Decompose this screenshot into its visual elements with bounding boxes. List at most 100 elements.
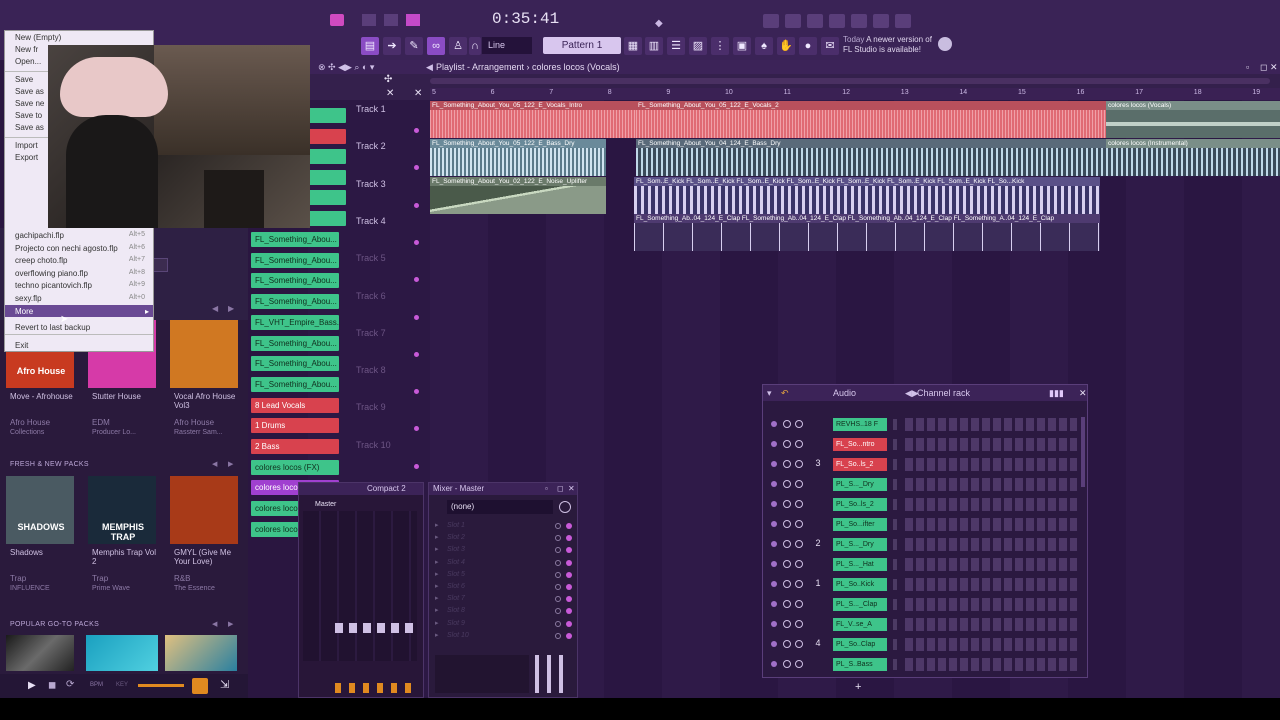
pencil-icon[interactable]: ✎ — [405, 37, 423, 55]
stop-button[interactable] — [384, 14, 398, 26]
recent-project-item[interactable]: techno picantovich.flp — [15, 281, 92, 290]
channel-button-partial[interactable] — [306, 149, 346, 165]
mixer-maximize-icon[interactable]: ◻ — [557, 483, 564, 495]
channel-name-button[interactable]: PL_S..._Hat — [833, 558, 887, 571]
channel-button[interactable]: 1 Drums — [251, 418, 339, 434]
browser-icon[interactable]: ▣ — [733, 37, 751, 55]
update-notice[interactable]: Today A newer version of FL Studio is av… — [843, 35, 953, 55]
effect-slot[interactable]: ▸ Slot 9 — [433, 619, 575, 630]
step-sequencer-row[interactable] — [905, 498, 1077, 511]
pan-knob[interactable] — [783, 660, 791, 668]
pan-knob[interactable] — [783, 480, 791, 488]
channel-button[interactable]: 8 Lead Vocals — [251, 397, 339, 413]
channel-mute-led[interactable] — [771, 661, 777, 667]
channel-button[interactable]: FL_Something_Abou... — [251, 273, 339, 289]
tutorial-icon[interactable]: ✉ — [821, 37, 839, 55]
drag-icon[interactable]: ⇲ — [220, 678, 229, 691]
pan-knob[interactable] — [783, 640, 791, 648]
play-button[interactable] — [362, 14, 376, 26]
eq-display[interactable] — [435, 655, 529, 693]
volume-knob[interactable] — [795, 640, 803, 648]
channel-mute-led[interactable] — [771, 461, 777, 467]
step-sequencer-row[interactable] — [905, 658, 1077, 671]
metronome-icon[interactable]: ◆ — [655, 18, 669, 30]
volume-knob[interactable] — [795, 500, 803, 508]
pack-artwork[interactable] — [165, 635, 237, 671]
channel-button[interactable]: FL_VHT_Empire_Bass... — [251, 314, 339, 330]
pan-knob[interactable] — [783, 460, 791, 468]
touch-keyboard-icon[interactable]: ✋ — [777, 37, 795, 55]
channel-button[interactable]: colores locos (FX) — [251, 459, 339, 475]
window-tools-icons[interactable]: ⊗ ✣ ◀▶ ⌕ ◐ ▾ — [318, 60, 374, 74]
slot-enable-led[interactable] — [566, 608, 572, 615]
pan-knob[interactable] — [783, 500, 791, 508]
channel-name-button[interactable]: PL_S..._Dry — [833, 478, 887, 491]
step-sequencer-row[interactable] — [905, 558, 1077, 571]
slot-mix-knob[interactable] — [555, 523, 561, 529]
channel-name-button[interactable]: PL_S..._Clap — [833, 598, 887, 611]
audio-clip[interactable]: FL_Something_About_You_05_122_E_Vocals_I… — [430, 101, 636, 138]
track-mute-led[interactable] — [414, 165, 419, 171]
preset-clock-icon[interactable] — [559, 501, 571, 513]
channel-name-button[interactable]: PL_So..Clap — [833, 638, 887, 651]
pan-knob[interactable] — [783, 560, 791, 568]
timeline-ruler[interactable]: 5 6 7 8 9 10 11 12 13 14 15 16 17 18 19 — [430, 88, 1280, 100]
mixer-track-number[interactable]: 1 — [811, 578, 825, 588]
channel-button[interactable]: 2 Bass — [251, 439, 339, 454]
channel-button[interactable]: FL_Something_Abou... — [251, 232, 339, 247]
track-label[interactable]: Track 10 — [356, 440, 422, 450]
stamp-icon[interactable]: ♙ — [449, 37, 467, 55]
audio-clip[interactable]: FL_Something_About_You_04_124_E_Bass_Dry — [636, 139, 1106, 176]
recent-project-item[interactable]: creep choto.flp — [15, 256, 67, 265]
slot-enable-led[interactable] — [566, 535, 572, 542]
more-menu-item[interactable]: More — [15, 307, 33, 316]
effect-slot[interactable]: ▸ Slot 6 — [433, 582, 575, 593]
volume-knob[interactable] — [795, 520, 803, 528]
effect-slot[interactable]: ▸ Slot 5 — [433, 570, 575, 581]
pack-name[interactable]: Shadows — [10, 548, 80, 557]
step-sequencer-row[interactable] — [905, 618, 1077, 631]
render-icon[interactable] — [829, 14, 845, 28]
step-sequencer-row[interactable] — [905, 458, 1077, 471]
mixer-track-number[interactable]: 4 — [811, 638, 825, 648]
channel-select-indicator[interactable] — [893, 559, 897, 570]
channel-select-indicator[interactable] — [893, 419, 897, 430]
track-label[interactable]: Track 3 — [356, 179, 422, 189]
recent-project-item[interactable]: overflowing piano.flp — [15, 269, 88, 278]
pack-artwork[interactable] — [170, 476, 238, 544]
track-mute-led[interactable] — [414, 314, 419, 320]
slot-enable-led[interactable] — [566, 620, 572, 627]
slot-enable-led[interactable] — [566, 547, 572, 554]
channel-select-indicator[interactable] — [893, 639, 897, 650]
channel-select-indicator[interactable] — [893, 579, 897, 590]
pack-artwork[interactable]: SHADOWS — [6, 476, 74, 544]
channel-name-button[interactable]: FL_So...ntro — [833, 438, 887, 451]
step-sequencer-row[interactable] — [905, 578, 1077, 591]
channel-mute-led[interactable] — [771, 541, 777, 547]
track-mute-led[interactable] — [414, 239, 419, 245]
audio-clip[interactable]: FL_Something_About_You_02_122_E_Noise_Up… — [430, 177, 606, 214]
slot-enable-led[interactable] — [566, 559, 572, 566]
volume-slider[interactable] — [138, 684, 184, 687]
track-mute-led[interactable] — [414, 426, 419, 432]
channel-mute-led[interactable] — [771, 441, 777, 447]
plugin-picker-icon[interactable]: ♠ — [755, 37, 773, 55]
audio-clip[interactable]: FL_Something_Ab..04_124_E_Clap FL_Someth… — [634, 214, 1100, 251]
slot-mix-knob[interactable] — [555, 596, 561, 603]
channel-button-partial[interactable] — [306, 108, 346, 123]
link-icon[interactable]: ∞ — [427, 37, 445, 55]
channel-select-indicator[interactable] — [893, 599, 897, 610]
channel-rack-icon[interactable]: ▨ — [689, 37, 707, 55]
file-menu-item[interactable]: Open... — [15, 57, 41, 66]
track-label[interactable]: Track 6 — [356, 291, 422, 301]
pack-name[interactable]: Move - Afrohouse — [10, 392, 80, 401]
piano-roll-icon[interactable]: ▥ — [645, 37, 663, 55]
channel-select-indicator[interactable] — [893, 459, 897, 470]
revert-backup-item[interactable]: Revert to last backup — [15, 323, 90, 332]
channel-mute-led[interactable] — [771, 561, 777, 567]
channel-name-button[interactable]: PL_S..Bass — [833, 658, 887, 671]
record-button[interactable] — [330, 14, 344, 26]
mixer-track-number[interactable]: 2 — [811, 538, 825, 548]
track-close-icon[interactable]: ✕ — [414, 88, 422, 99]
volume-knob[interactable] — [795, 580, 803, 588]
